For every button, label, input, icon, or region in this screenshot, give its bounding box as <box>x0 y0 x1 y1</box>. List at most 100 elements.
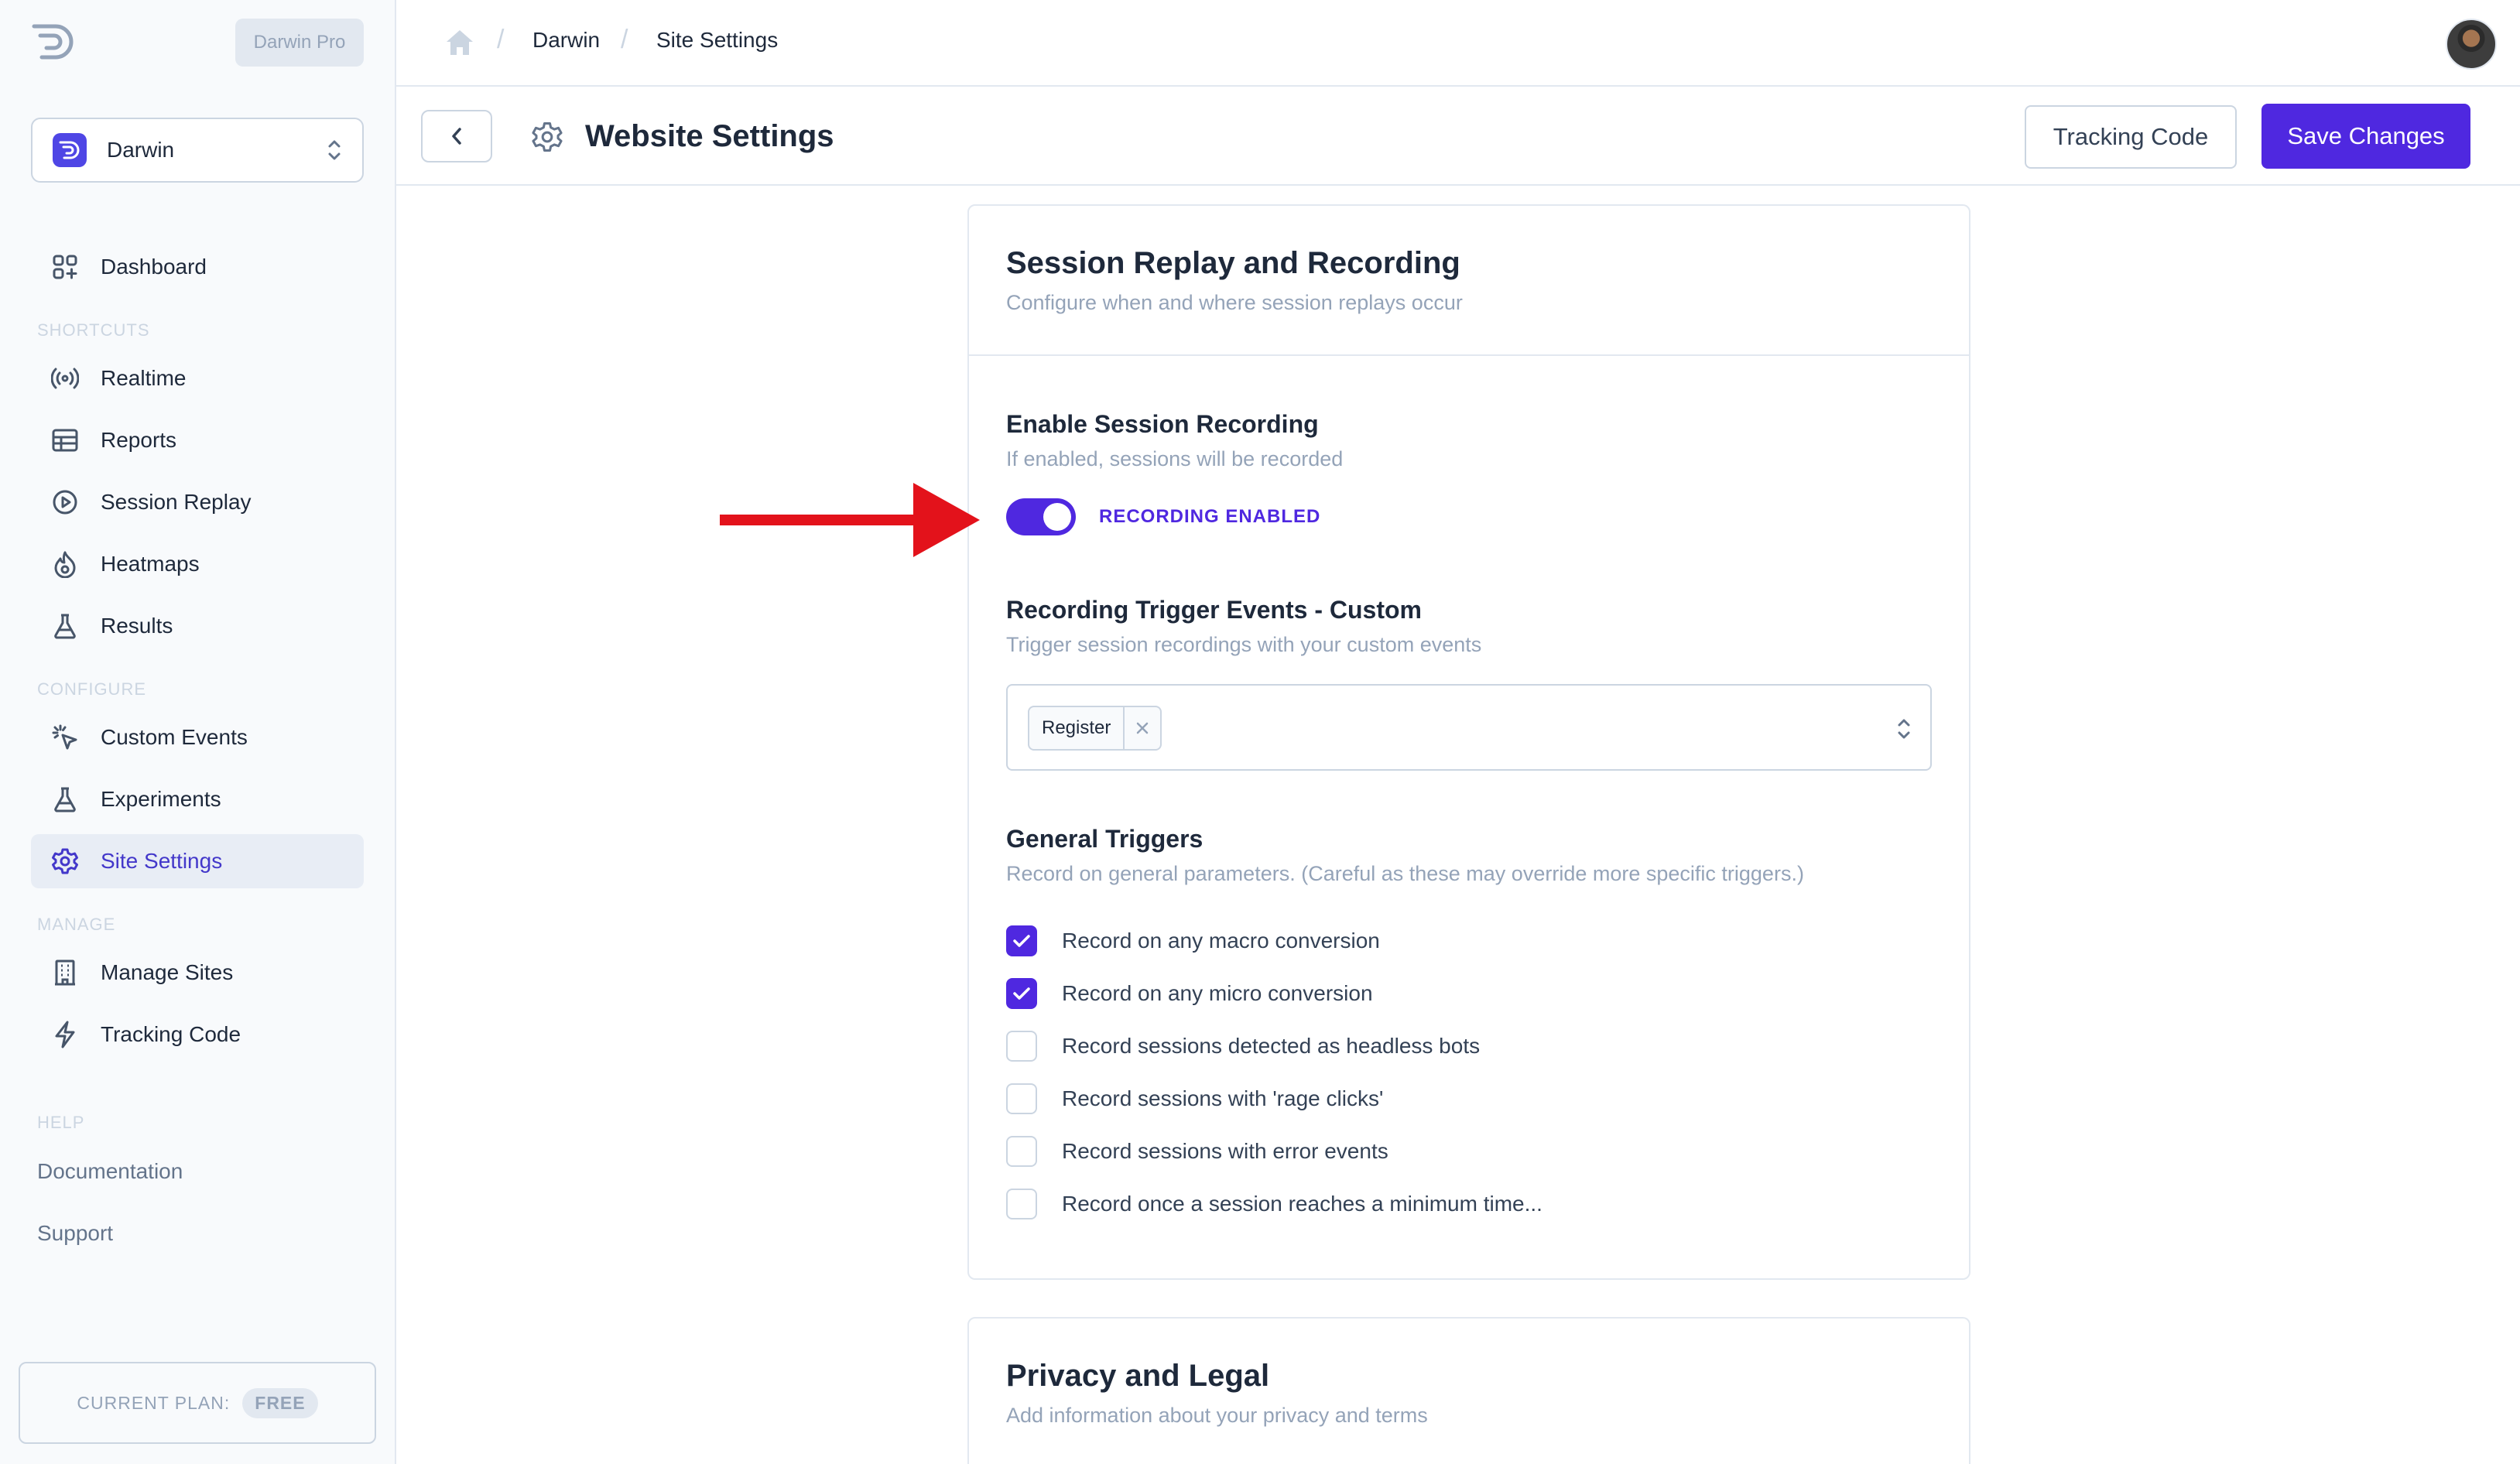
session-card-title: Session Replay and Recording <box>1006 246 1460 280</box>
sidebar-item-label: Site Settings <box>101 849 223 873</box>
checkbox-macro-conversion[interactable] <box>1006 925 1037 956</box>
nav-section-help: HELP <box>37 1113 85 1132</box>
checkbox-headless-bots[interactable] <box>1006 1031 1037 1062</box>
card-divider <box>969 354 1969 356</box>
site-selector-label: Darwin <box>107 138 175 162</box>
sidebar-item-label: Heatmaps <box>101 552 200 576</box>
broadcast-icon <box>51 364 79 392</box>
privacy-card-subtitle: Add information about your privacy and t… <box>1006 1404 1428 1427</box>
sidebar-item-label: Manage Sites <box>101 960 234 984</box>
trigger-option-row[interactable]: Record once a session reaches a minimum … <box>1006 1189 1542 1219</box>
lightning-bolt-icon <box>51 1021 79 1048</box>
custom-trigger-subtitle: Trigger session recordings with your cus… <box>1006 633 1482 656</box>
gear-icon <box>51 847 79 875</box>
trigger-option-row[interactable]: Record on any macro conversion <box>1006 925 1380 956</box>
beaker-icon <box>51 785 79 813</box>
sidebar-item-site-settings[interactable]: Site Settings <box>31 834 364 888</box>
checkbox-label: Record sessions with error events <box>1062 1139 1388 1163</box>
current-plan-value: FREE <box>242 1387 318 1418</box>
remove-tag-button[interactable] <box>1123 707 1160 749</box>
dashboard-icon <box>51 253 79 281</box>
trigger-option-row[interactable]: Record sessions with error events <box>1006 1136 1388 1167</box>
checkbox-label: Record on any micro conversion <box>1062 981 1373 1005</box>
checkbox-label: Record sessions detected as headless bot… <box>1062 1034 1481 1058</box>
sidebar-item-label: Custom Events <box>101 725 248 749</box>
checkbox-micro-conversion[interactable] <box>1006 978 1037 1009</box>
cursor-click-icon <box>51 723 79 751</box>
sidebar-item-label: Tracking Code <box>101 1022 241 1046</box>
toggle-knob <box>1043 503 1071 531</box>
sidebar: Darwin Pro Darwin Dashboard SHORTCUTS Re… <box>0 0 396 1464</box>
support-link[interactable]: Support <box>37 1221 113 1246</box>
home-icon[interactable] <box>444 28 475 61</box>
current-plan-label: CURRENT PLAN: <box>77 1392 231 1413</box>
sidebar-item-label: Dashboard <box>101 255 207 279</box>
sidebar-item-label: Realtime <box>101 366 187 390</box>
table-icon <box>51 426 79 454</box>
darwin-logo-icon[interactable] <box>29 22 79 62</box>
custom-events-multiselect[interactable]: Register <box>1006 684 1932 771</box>
chevron-up-down-icon <box>325 136 344 164</box>
sidebar-item-dashboard[interactable]: Dashboard <box>31 240 364 294</box>
breadcrumb-item-darwin[interactable]: Darwin <box>532 28 600 53</box>
checkmark-icon <box>1013 935 1030 947</box>
sidebar-item-realtime[interactable]: Realtime <box>31 351 364 405</box>
breadcrumb-separator: / <box>621 25 628 54</box>
sidebar-item-session-replay[interactable]: Session Replay <box>31 475 364 529</box>
sidebar-item-experiments[interactable]: Experiments <box>31 772 364 826</box>
nav-section-configure: CONFIGURE <box>37 679 146 699</box>
plan-badge: Darwin Pro <box>235 19 364 67</box>
site-selector[interactable]: Darwin <box>31 118 364 183</box>
selected-tag-label: Register <box>1042 717 1111 738</box>
checkbox-error-events[interactable] <box>1006 1136 1037 1167</box>
general-triggers-title: General Triggers <box>1006 825 1204 853</box>
recording-toggle[interactable] <box>1006 498 1076 535</box>
checkmark-icon <box>1013 987 1030 1000</box>
general-triggers-subtitle: Record on general parameters. (Careful a… <box>1006 862 1804 885</box>
enable-recording-title: Enable Session Recording <box>1006 410 1319 438</box>
documentation-link[interactable]: Documentation <box>37 1159 183 1184</box>
sidebar-item-label: Reports <box>101 428 177 452</box>
nav-section-manage: MANAGE <box>37 915 116 934</box>
sidebar-item-reports[interactable]: Reports <box>31 413 364 467</box>
chevron-up-down-icon[interactable] <box>1895 715 1913 743</box>
chevron-left-icon <box>452 128 461 145</box>
sidebar-item-heatmaps[interactable]: Heatmaps <box>31 537 364 591</box>
save-changes-button[interactable]: Save Changes <box>2261 104 2470 169</box>
recording-toggle-label: RECORDING ENABLED <box>1099 506 1321 527</box>
sidebar-item-manage-sites[interactable]: Manage Sites <box>31 946 364 1000</box>
trigger-option-row[interactable]: Record sessions detected as headless bot… <box>1006 1031 1480 1062</box>
back-button[interactable] <box>421 110 492 162</box>
breadcrumb-item-site-settings[interactable]: Site Settings <box>656 28 778 53</box>
breadcrumb-separator: / <box>497 25 505 54</box>
checkbox-label: Record sessions with 'rage clicks' <box>1062 1086 1384 1110</box>
sidebar-item-label: Session Replay <box>101 490 252 514</box>
beaker-icon <box>51 612 79 640</box>
annotation-arrow-icon <box>720 483 980 557</box>
privacy-card-title: Privacy and Legal <box>1006 1359 1270 1393</box>
user-avatar[interactable] <box>2446 19 2497 70</box>
app-root: Darwin Pro Darwin Dashboard SHORTCUTS Re… <box>0 0 2520 1464</box>
trigger-option-row[interactable]: Record sessions with 'rage clicks' <box>1006 1083 1383 1114</box>
selected-tag: Register <box>1028 706 1162 751</box>
checkbox-minimum-time[interactable] <box>1006 1189 1037 1219</box>
sidebar-item-label: Experiments <box>101 787 221 811</box>
trigger-option-row[interactable]: Record on any micro conversion <box>1006 978 1373 1009</box>
sidebar-item-tracking-code[interactable]: Tracking Code <box>31 1007 364 1062</box>
sidebar-item-results[interactable]: Results <box>31 599 364 653</box>
sidebar-item-custom-events[interactable]: Custom Events <box>31 710 364 764</box>
building-icon <box>51 959 79 987</box>
enable-recording-subtitle: If enabled, sessions will be recorded <box>1006 447 1344 470</box>
site-logo-icon <box>53 133 87 167</box>
sidebar-item-label: Results <box>101 614 173 638</box>
checkbox-rage-clicks[interactable] <box>1006 1083 1037 1114</box>
tracking-code-button[interactable]: Tracking Code <box>2025 105 2237 169</box>
fire-icon <box>51 550 79 578</box>
custom-trigger-title: Recording Trigger Events - Custom <box>1006 596 1422 624</box>
play-circle-icon <box>51 488 79 516</box>
close-icon <box>1137 722 1149 734</box>
nav-section-shortcuts: SHORTCUTS <box>37 320 150 340</box>
checkbox-label: Record once a session reaches a minimum … <box>1062 1192 1542 1216</box>
current-plan-box[interactable]: CURRENT PLAN: FREE <box>19 1362 376 1444</box>
gear-icon <box>531 121 563 153</box>
